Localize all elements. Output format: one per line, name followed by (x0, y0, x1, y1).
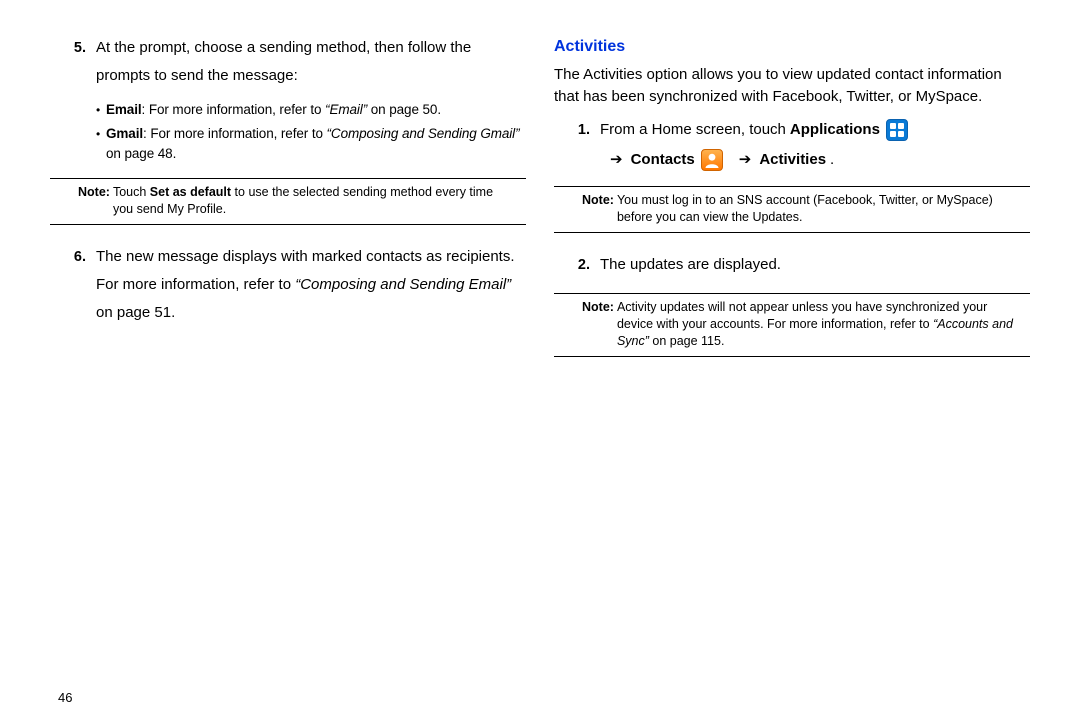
right-column: Activities The Activities option allows … (554, 34, 1030, 375)
bullet-label: Email (106, 102, 142, 117)
step-text: The updates are displayed. (600, 251, 1030, 279)
contacts-icon (701, 149, 723, 171)
section-heading-activities: Activities (554, 38, 1030, 56)
note-text: You must log in to an SNS account (Faceb… (617, 192, 1030, 226)
manual-page: 5. At the prompt, choose a sending metho… (0, 0, 1080, 375)
step-text: The new message displays with marked con… (96, 243, 526, 327)
applications-label: Applications (790, 118, 880, 142)
step-2: 2. The updates are displayed. (554, 251, 1030, 279)
reference-link[interactable]: “Composing and Sending Gmail” (327, 126, 520, 141)
reference-link[interactable]: “Email” (325, 102, 367, 117)
bullet-text: Gmail: For more information, refer to “C… (106, 124, 526, 164)
bullet-icon: • (96, 100, 106, 120)
step-5: 5. At the prompt, choose a sending metho… (50, 34, 526, 90)
left-column: 5. At the prompt, choose a sending metho… (50, 34, 526, 375)
bullet-text: Email: For more information, refer to “E… (106, 100, 526, 120)
step-1-line2: ➔ Contacts ➔ Activities. (554, 148, 1030, 172)
step-1: 1. From a Home screen, touch Application… (554, 118, 1030, 142)
page-number: 46 (58, 690, 72, 705)
note-label: Note: (582, 192, 614, 226)
applications-icon (886, 119, 908, 141)
bullet-gmail: • Gmail: For more information, refer to … (96, 124, 526, 164)
step-6: 6. The new message displays with marked … (50, 243, 526, 327)
note-text: Touch Set as default to use the selected… (113, 184, 526, 218)
note-set-as-default: Note: Touch Set as default to use the se… (50, 178, 526, 225)
step-body: From a Home screen, touch Applications (600, 118, 1030, 142)
step-number: 1. (554, 118, 600, 142)
bullet-label: Gmail (106, 126, 143, 141)
reference-link[interactable]: “Composing and Sending Email” (295, 276, 511, 293)
note-sync-required: Note: Activity updates will not appear u… (554, 293, 1030, 357)
note-label: Note: (582, 299, 614, 350)
arrow-icon: ➔ (610, 148, 623, 172)
note-text: Activity updates will not appear unless … (617, 299, 1030, 350)
activities-label: Activities (759, 148, 826, 172)
set-as-default-label: Set as default (150, 185, 231, 199)
note-sns-login: Note: You must log in to an SNS account … (554, 186, 1030, 233)
bullet-email: • Email: For more information, refer to … (96, 100, 526, 120)
note-label: Note: (78, 184, 110, 218)
step-text: At the prompt, choose a sending method, … (96, 34, 526, 90)
intro-paragraph: The Activities option allows you to view… (554, 64, 1030, 108)
arrow-icon: ➔ (739, 148, 752, 172)
step-number: 2. (554, 251, 600, 279)
contacts-label: Contacts (631, 148, 695, 172)
step-number: 5. (50, 34, 96, 90)
step-number: 6. (50, 243, 96, 327)
bullet-icon: • (96, 124, 106, 164)
step-body: ➔ Contacts ➔ Activities. (600, 148, 1030, 172)
